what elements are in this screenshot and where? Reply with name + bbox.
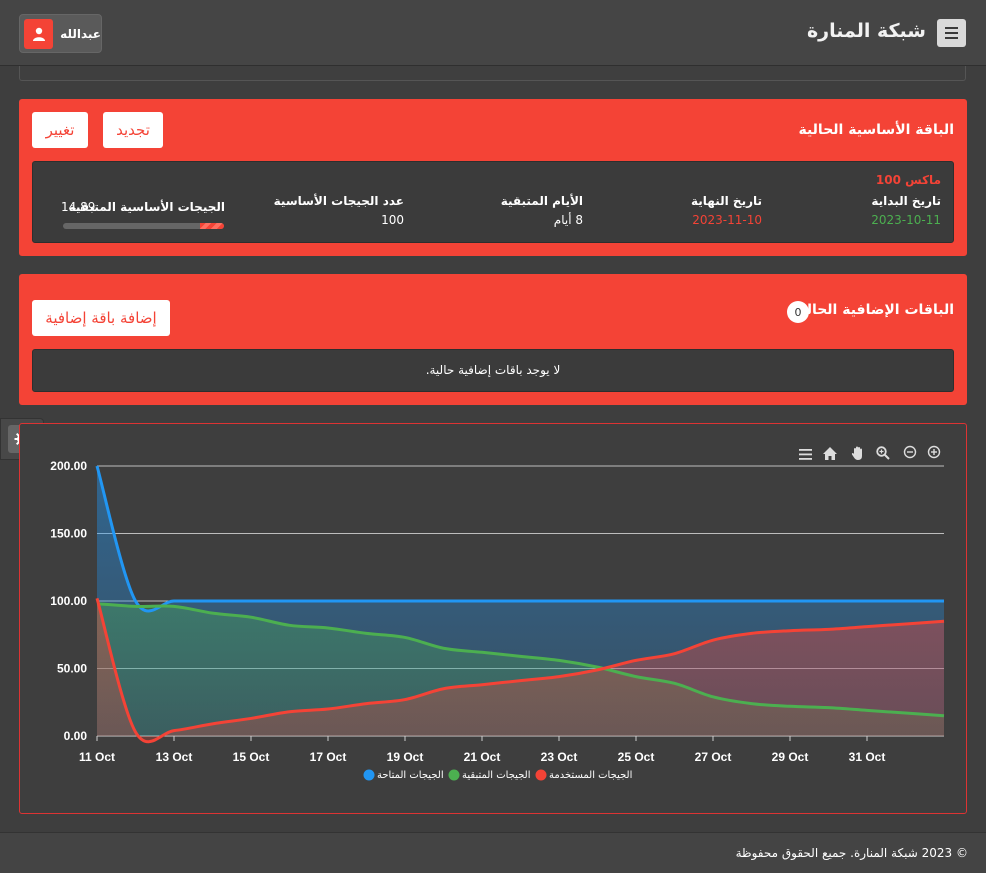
y-tick-label: 150.00 [50, 527, 87, 541]
base-package-card: الباقة الأساسية الحالية تجديد تغيير ماكس… [19, 99, 967, 256]
y-tick-label: 50.00 [57, 662, 87, 676]
remaining-gb-value: 14.89 [61, 200, 96, 214]
start-date-label: تاريخ البداية [871, 194, 941, 208]
pan-icon[interactable] [851, 446, 862, 461]
user-name: عبدالله [60, 26, 101, 41]
menu-icon[interactable] [799, 449, 812, 460]
addon-count-badge: 0 [787, 301, 809, 323]
x-tick-label: 27 Oct [695, 750, 732, 764]
addon-packages-title: الباقات الإضافية الحالية [792, 302, 954, 318]
legend-marker [448, 769, 460, 781]
user-avatar [24, 18, 54, 49]
start-date-value: 2023-10-11 [871, 213, 941, 227]
end-date-value: 2023-11-10 [692, 213, 762, 227]
y-tick-label: 0.00 [64, 729, 88, 743]
menu-toggle-button[interactable] [937, 19, 966, 47]
y-tick-label: 100.00 [50, 594, 87, 608]
legend-label: الجيجات المتبقية [462, 770, 530, 781]
legend-label: الجيجات المستخدمة [549, 770, 632, 781]
copyright-text: © 2023 شبكة المنارة. جميع الحقوق محفوظة [735, 846, 968, 860]
x-tick-label: 15 Oct [233, 750, 270, 764]
x-tick-label: 23 Oct [541, 750, 578, 764]
legend-marker [535, 769, 547, 781]
top-navbar: شبكة المنارة عبدالله [0, 0, 986, 66]
x-tick-label: 31 Oct [849, 750, 886, 764]
end-date-label: تاريخ النهاية [691, 194, 762, 208]
legend-item[interactable]: الجيجات المستخدمة [535, 769, 633, 782]
legend-item[interactable]: الجيجات المتبقية [448, 769, 531, 782]
add-addon-button[interactable]: إضافة باقة إضافية [32, 300, 170, 336]
renew-button[interactable]: تجديد [103, 112, 163, 148]
plan-name: ماكس 100 [875, 173, 941, 187]
base-package-title: الباقة الأساسية الحالية [798, 122, 954, 138]
zoom-out-icon[interactable] [903, 445, 917, 459]
change-button[interactable]: تغيير [32, 112, 88, 148]
menu-icon [945, 27, 958, 29]
collapsed-panel [19, 66, 966, 81]
addon-empty-box: لا يوجد باقات إضافية حالية. [32, 349, 954, 392]
zoom-icon[interactable] [876, 446, 890, 460]
x-tick-label: 13 Oct [156, 750, 193, 764]
remaining-progress-bar [63, 223, 224, 229]
x-tick-label: 25 Oct [618, 750, 655, 764]
x-tick-label: 19 Oct [387, 750, 424, 764]
x-tick-label: 17 Oct [310, 750, 347, 764]
x-tick-label: 21 Oct [464, 750, 501, 764]
remaining-progress-fill [200, 223, 224, 229]
y-tick-label: 200.00 [50, 459, 87, 473]
addon-empty-message: لا يوجد باقات إضافية حالية. [425, 363, 561, 377]
legend-label: الجيجات المتاحة [377, 770, 444, 781]
menu-icon [945, 37, 958, 39]
home-icon[interactable] [823, 447, 837, 460]
x-tick-label: 11 Oct [79, 750, 115, 764]
usage-chart-card: 0.00 50.00 100.00 150.00 200.00 11 Oct 13 Oct 1… [19, 423, 967, 814]
days-left-label: الأيام المتبقية [500, 194, 583, 208]
days-left-value: 8 أيام [553, 213, 583, 227]
user-icon [32, 27, 45, 41]
addon-packages-card: الباقات الإضافية الحالية 0 إضافة باقة إض… [19, 274, 967, 405]
base-gb-value: 100 [381, 213, 404, 227]
x-tick-label: 29 Oct [772, 750, 809, 764]
usage-chart[interactable]: 0.00 50.00 100.00 150.00 200.00 11 Oct 13 Oct 1… [20, 424, 966, 813]
available-series-line[interactable] [95, 465, 944, 613]
base-gb-label: عدد الجيجات الأساسية [273, 194, 404, 208]
legend-item[interactable]: الجيجات المتاحة [363, 769, 444, 782]
chart-toolbar [799, 445, 941, 461]
brand-title: شبكة المنارة [806, 20, 926, 42]
legend-marker [363, 769, 375, 781]
zoom-in-icon[interactable] [927, 445, 941, 459]
footer: © 2023 شبكة المنارة. جميع الحقوق محفوظة [0, 832, 986, 873]
menu-icon [945, 32, 958, 34]
user-menu-button[interactable]: عبدالله [19, 14, 102, 53]
base-package-details: ماكس 100 تاريخ البداية 2023-10-11 تاريخ … [32, 161, 954, 243]
